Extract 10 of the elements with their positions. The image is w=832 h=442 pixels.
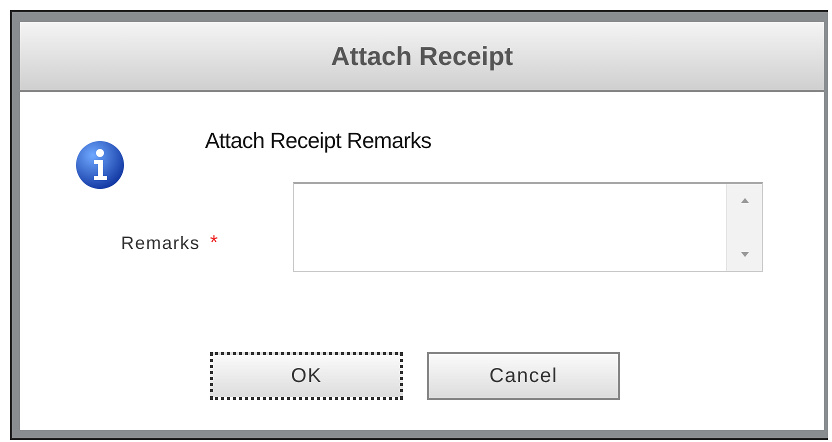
field-label: Remarks bbox=[121, 232, 200, 254]
dialog-heading: Attach Receipt Remarks bbox=[205, 127, 432, 155]
remarks-field[interactable] bbox=[293, 182, 763, 272]
ok-button[interactable]: OK bbox=[210, 352, 403, 400]
scroll-up-icon[interactable] bbox=[740, 198, 748, 203]
scroll-down-icon[interactable] bbox=[740, 252, 748, 257]
info-icon bbox=[75, 138, 125, 190]
required-mark: * bbox=[210, 231, 218, 256]
dialog-title: Attach Receipt bbox=[330, 40, 514, 72]
cancel-button[interactable]: Cancel bbox=[427, 352, 620, 400]
